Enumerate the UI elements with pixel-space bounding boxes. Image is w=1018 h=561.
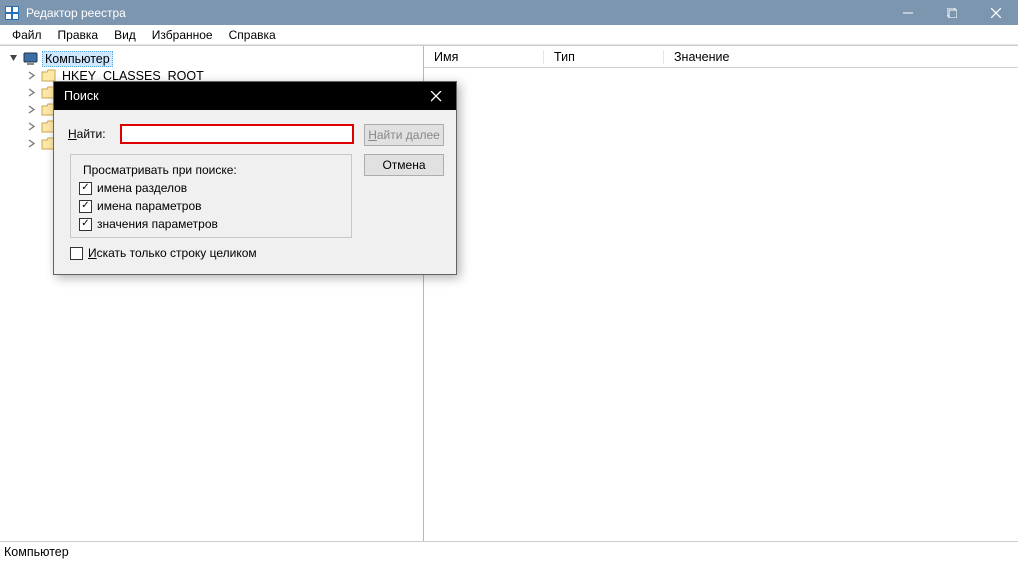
find-label: Найти: — [68, 127, 110, 141]
col-type[interactable]: Тип — [544, 50, 664, 64]
titlebar: Редактор реестра — [0, 0, 1018, 25]
menu-favorites[interactable]: Избранное — [144, 28, 221, 42]
minimize-button[interactable] — [886, 0, 930, 25]
statusbar: Компьютер — [0, 541, 1018, 561]
chevron-right-icon[interactable] — [24, 137, 38, 151]
find-input[interactable] — [120, 124, 354, 144]
checkbox-keys-label: имена разделов — [97, 181, 187, 195]
menu-view[interactable]: Вид — [106, 28, 144, 42]
groupbox-title: Просматривать при поиске: — [79, 163, 241, 177]
col-value[interactable]: Значение — [664, 50, 1018, 64]
checkbox-data-label: значения параметров — [97, 217, 218, 231]
cancel-button[interactable]: Отмена — [364, 154, 444, 176]
checkbox-data-row[interactable]: значения параметров — [79, 217, 343, 231]
app-icon — [4, 5, 20, 21]
listview-header: Имя Тип Значение — [424, 46, 1018, 68]
checkbox-whole-string[interactable] — [70, 247, 83, 260]
dialog-title: Поиск — [64, 89, 416, 103]
window-controls — [886, 0, 1018, 25]
close-button[interactable] — [974, 0, 1018, 25]
dialog-body: Найти: Просматривать при поиске: имена р… — [54, 110, 456, 274]
computer-icon — [23, 52, 39, 66]
menubar: Файл Правка Вид Избранное Справка — [0, 25, 1018, 45]
values-pane[interactable]: Имя Тип Значение — [424, 46, 1018, 541]
checkbox-values[interactable] — [79, 200, 92, 213]
chevron-right-icon[interactable] — [24, 86, 38, 100]
find-next-button[interactable]: Найти далее — [364, 124, 444, 146]
col-name[interactable]: Имя — [424, 50, 544, 64]
checkbox-keys-row[interactable]: имена разделов — [79, 181, 343, 195]
find-dialog: Поиск Найти: Просматривать при поиске: и… — [53, 81, 457, 275]
menu-edit[interactable]: Правка — [50, 28, 107, 42]
window-title: Редактор реестра — [26, 6, 886, 20]
checkbox-whole-label: ИИскать только строку целикомскать тольк… — [88, 246, 257, 260]
chevron-right-icon[interactable] — [24, 120, 38, 134]
statusbar-text: Компьютер — [4, 545, 69, 559]
look-at-groupbox: Просматривать при поиске: имена разделов… — [70, 154, 352, 238]
chevron-right-icon[interactable] — [24, 69, 38, 83]
tree-root-label[interactable]: Компьютер — [42, 51, 113, 67]
chevron-down-icon[interactable] — [6, 52, 20, 66]
checkbox-keys[interactable] — [79, 182, 92, 195]
chevron-right-icon[interactable] — [24, 103, 38, 117]
maximize-button[interactable] — [930, 0, 974, 25]
checkbox-whole-row[interactable]: ИИскать только строку целикомскать тольк… — [70, 246, 354, 260]
dialog-titlebar[interactable]: Поиск — [54, 82, 456, 110]
menu-help[interactable]: Справка — [221, 28, 284, 42]
checkbox-values-label: имена параметров — [97, 199, 202, 213]
checkbox-values-row[interactable]: имена параметров — [79, 199, 343, 213]
menu-file[interactable]: Файл — [4, 28, 50, 42]
dialog-close-button[interactable] — [416, 82, 456, 110]
tree-root-row[interactable]: Компьютер — [6, 50, 423, 67]
close-icon — [431, 91, 442, 102]
checkbox-data[interactable] — [79, 218, 92, 231]
